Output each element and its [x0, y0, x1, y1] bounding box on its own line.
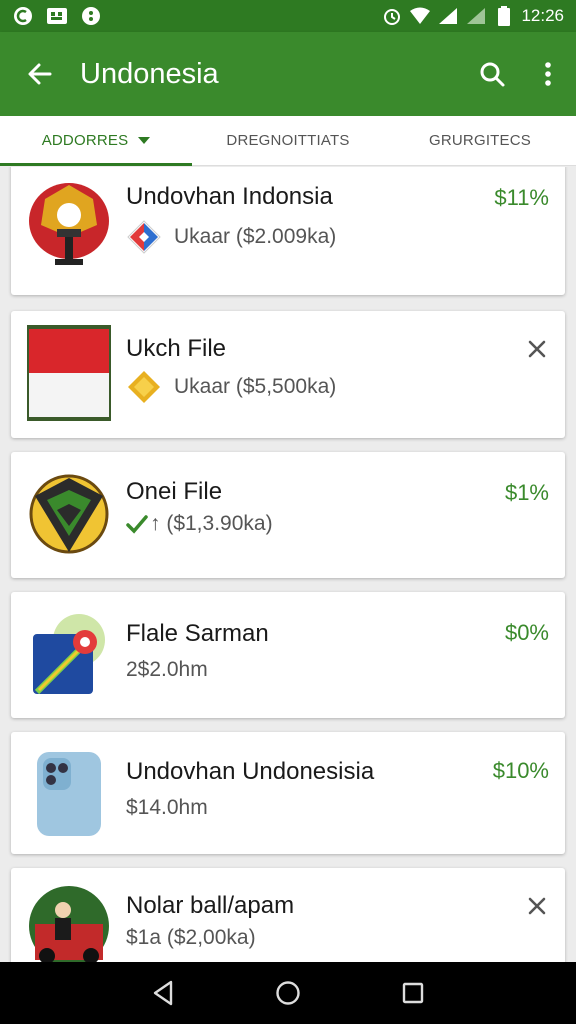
tab-label: ADDORRES — [41, 132, 129, 149]
wifi-icon — [409, 5, 431, 27]
map-pin-app-thumbnail — [27, 606, 111, 702]
tab-dregnoittiats[interactable]: DREGNOITTIATS — [192, 116, 384, 165]
phone-thumbnail — [27, 746, 111, 842]
tab-grurgitecs[interactable]: GRURGITECS — [384, 116, 576, 165]
diamond-badge-icon — [128, 371, 160, 403]
battery-icon — [493, 5, 515, 27]
item-subtitle: $1a ($2,00ka) — [126, 926, 256, 949]
item-value: $1% — [504, 480, 549, 505]
flag-thumbnail — [27, 325, 111, 421]
more-notification-icon — [80, 5, 102, 27]
alarm-icon — [381, 5, 403, 27]
search-icon — [480, 62, 505, 87]
square-recents-icon — [403, 982, 424, 1004]
emblem-thumbnail — [27, 177, 111, 273]
remove-item-button[interactable] — [525, 894, 549, 918]
item-subtitle-row: ↑ ($1,3.90ka) — [126, 512, 273, 536]
status-bar: 12:26 — [0, 0, 576, 32]
checkmark-icon — [126, 515, 148, 534]
item-subtitle-row: Ukaar (​$5,500ka) — [126, 369, 336, 405]
nav-recents-button[interactable] — [393, 973, 433, 1013]
more-vert-icon — [545, 62, 551, 86]
clock: 12:26 — [521, 6, 564, 25]
item-title: Ukch File — [126, 335, 227, 362]
triangle-back-icon — [153, 980, 172, 1006]
nav-back-button[interactable] — [143, 973, 183, 1013]
overflow-menu-button[interactable] — [520, 32, 576, 116]
back-button[interactable] — [0, 32, 80, 116]
tab-label: DREGNOITTIATS — [226, 132, 350, 149]
app-bar: Undonesia — [0, 32, 576, 116]
tab-label: GRURGITECS — [428, 132, 531, 149]
list-item[interactable]: Undovhan Indonsia Ukaar (​$2.009ka) $11% — [11, 167, 565, 295]
list-item[interactable]: Nolar ball/apam $1a ($2,00ka) — [11, 868, 565, 962]
item-title: Flale Sarman — [126, 620, 269, 647]
signal-icon — [437, 5, 459, 27]
close-icon — [528, 897, 546, 915]
item-title: Nolar ball/apam — [126, 892, 295, 919]
page-title: Undonesia — [80, 57, 219, 90]
gallery-notification-icon — [46, 5, 68, 27]
item-value: $11% — [494, 185, 549, 210]
arrow-back-icon — [28, 63, 52, 85]
tab-bar: ADDORRES DREGNOITTIATS GRURGITECS — [0, 116, 576, 166]
list-item[interactable]: Ukch File Ukaar (​$5,500ka) — [11, 311, 565, 438]
item-value: $0% — [504, 620, 549, 645]
remove-item-button[interactable] — [525, 337, 549, 361]
diamond-badge-icon — [127, 220, 161, 254]
system-nav-bar — [0, 962, 576, 1024]
item-subtitle: Ukaar (​$5,500ka) — [174, 375, 337, 398]
item-subtitle: Ukaar (​$2.009ka) — [174, 225, 337, 248]
caret-down-icon — [138, 137, 151, 144]
shield-emblem-thumbnail — [27, 466, 111, 562]
item-title: Undovhan Undonesisia — [126, 758, 375, 785]
item-value: $10% — [492, 758, 549, 783]
close-icon — [528, 340, 546, 358]
item-subtitle: ↑ ($1,3.90ka) — [150, 512, 273, 535]
circle-home-icon — [276, 981, 300, 1005]
signal-2-icon — [465, 5, 487, 27]
item-list: Undovhan Indonsia Ukaar (​$2.009ka) $11%… — [0, 167, 576, 962]
item-subtitle: 2$2.0hm — [126, 658, 208, 681]
rider-photo-thumbnail — [27, 884, 111, 962]
item-title: Onei File — [126, 478, 223, 505]
nav-home-button[interactable] — [268, 973, 308, 1013]
search-button[interactable] — [464, 32, 520, 116]
item-subtitle-row: Ukaar (​$2.009ka) — [126, 219, 336, 255]
list-item[interactable]: Undovhan Undonesisia $14.0hm $10% — [11, 732, 565, 854]
list-item[interactable]: Onei File ↑ ($1,3.90ka) $1% — [11, 452, 565, 578]
list-item[interactable]: Flale Sarman 2$2.0hm $0% — [11, 592, 565, 718]
item-subtitle: $14.0hm — [126, 796, 208, 819]
item-title: Undovhan Indonsia — [126, 183, 333, 210]
app-notification-icon — [12, 5, 34, 27]
tab-addorres[interactable]: ADDORRES — [0, 116, 192, 166]
